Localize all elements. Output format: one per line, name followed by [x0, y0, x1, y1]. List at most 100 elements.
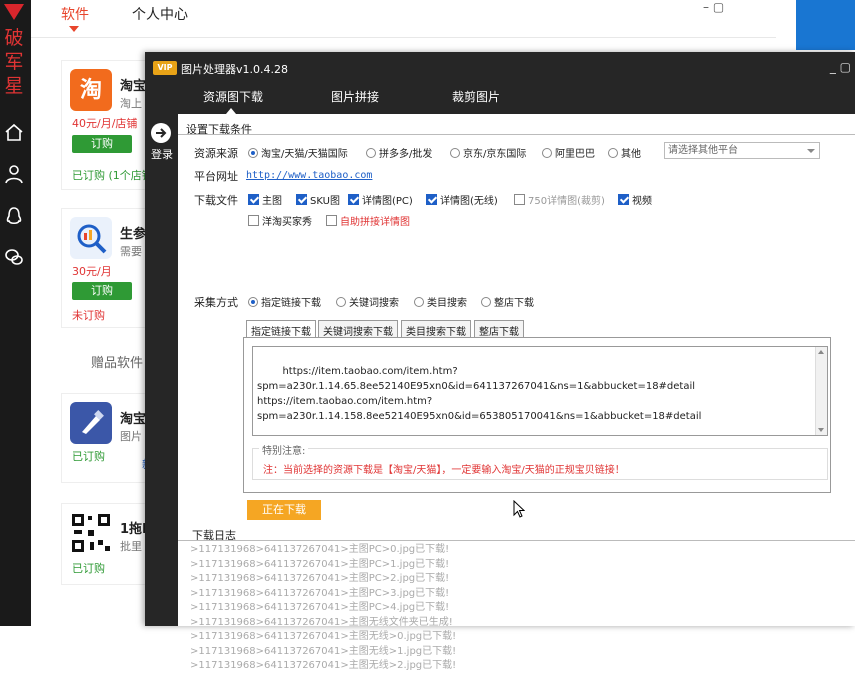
- file-option-buyer-show[interactable]: 洋淘买家秀: [248, 213, 312, 228]
- source-option-jd[interactable]: 京东/京东国际: [450, 145, 526, 160]
- tab-image-stitch[interactable]: 图片拼接: [331, 88, 379, 105]
- select-value: 请选择其他平台: [668, 145, 738, 156]
- qq-icon[interactable]: [3, 205, 25, 227]
- site-label: 平台网址: [194, 170, 238, 183]
- file-option-detail-mobile[interactable]: 详情图(无线): [426, 192, 498, 207]
- subtab-panel: https://item.taobao.com/item.htm? spm=a2…: [243, 337, 831, 493]
- card-subtitle: 图片: [120, 430, 142, 443]
- mode-label: 采集方式: [194, 296, 238, 309]
- mode-option-shop[interactable]: 整店下载: [481, 294, 534, 309]
- option-label: 洋淘买家秀: [262, 217, 312, 228]
- files-label: 下载文件: [194, 194, 238, 207]
- option-label: 详情图(无线): [440, 196, 498, 207]
- home-icon[interactable]: [3, 121, 25, 143]
- checkbox-icon: [248, 215, 259, 226]
- notice-text: 注：当前选择的资源下载是【淘宝/天猫】，一定要输入淘宝/天猫的正规宝贝链接！: [263, 465, 625, 476]
- checkbox-icon: [514, 194, 525, 205]
- subtab-link-download[interactable]: 指定链接下载: [246, 320, 316, 338]
- checkbox-icon: [348, 194, 359, 205]
- radio-icon: [366, 147, 376, 158]
- download-button[interactable]: 正在下载: [247, 500, 321, 520]
- tab-resource-download[interactable]: 资源图下载: [203, 88, 263, 105]
- source-option-taobao[interactable]: 淘宝/天猫/天猫国际: [248, 145, 348, 160]
- login-arrow-icon[interactable]: [151, 123, 171, 143]
- radio-icon: [248, 147, 258, 158]
- desktop-background: [796, 0, 855, 50]
- log-line: >117131968>641137267041>主图PC>0.jpg已下载!: [190, 544, 450, 555]
- radio-icon: [542, 147, 552, 158]
- window-controls[interactable]: _ ▢: [830, 60, 851, 74]
- log-line: >117131968>641137267041>主图无线>0.jpg已下载!: [190, 631, 457, 642]
- site-url-link[interactable]: http://www.taobao.com: [246, 170, 372, 181]
- file-option-video[interactable]: 视频: [618, 192, 652, 207]
- subtab-keyword-download[interactable]: 关键词搜索下载: [318, 320, 398, 338]
- url-scrollbar[interactable]: [815, 347, 827, 435]
- vip-badge: VIP: [153, 61, 177, 75]
- file-option-sku[interactable]: SKU图: [296, 192, 340, 207]
- file-option-detail-pc[interactable]: 详情图(PC): [348, 192, 413, 207]
- card-status: 已订购 (1个店铺: [72, 169, 153, 182]
- card-subtitle: 淘上: [120, 97, 142, 110]
- notice-box: 特别注意: 注：当前选择的资源下载是【淘宝/天猫】，一定要输入淘宝/天猫的正规宝…: [252, 442, 828, 480]
- file-option-750-detail[interactable]: 750详情图(裁剪): [514, 192, 605, 207]
- log-line: >117131968>641137267041>主图无线>1.jpg已下载!: [190, 645, 457, 657]
- left-rail: 破军星: [0, 0, 31, 626]
- subtab-category-download[interactable]: 类目搜索下载: [401, 320, 471, 338]
- radio-icon: [336, 296, 346, 307]
- notice-title: 特别注意:: [259, 442, 309, 457]
- brush-icon: [70, 402, 112, 444]
- user-icon[interactable]: [3, 163, 25, 185]
- image-processor-window: VIP 图片处理器v1.0.4.28 _ ▢ 资源图下载 图片拼接 裁剪图片 登…: [145, 52, 855, 671]
- url-input[interactable]: https://item.taobao.com/item.htm? spm=a2…: [252, 346, 828, 436]
- mouse-cursor-icon: [513, 500, 525, 518]
- download-log: >117131968>641137267041>主图PC>0.jpg已下载! >1…: [190, 543, 456, 674]
- option-label: 类目搜索: [427, 298, 467, 309]
- log-line: >117131968>641137267041>主图PC>3.jpg已下载!: [190, 587, 450, 599]
- download-settings-panel: 设置下载条件 资源来源 淘宝/天猫/天猫国际 拼多多/批发 京东/京东国际 阿里…: [178, 114, 855, 671]
- tab-personal-center[interactable]: 个人中心: [132, 4, 188, 24]
- source-option-alibaba[interactable]: 阿里巴巴: [542, 145, 595, 160]
- subtab-shop-download[interactable]: 整店下载: [474, 320, 524, 338]
- platform-select[interactable]: 请选择其他平台: [664, 142, 820, 159]
- tab-image-crop[interactable]: 裁剪图片: [452, 88, 500, 105]
- checkbox-icon: [326, 215, 337, 226]
- option-label: 详情图(PC): [362, 196, 413, 207]
- radio-icon: [414, 296, 424, 307]
- log-line: >117131968>641137267041>主图PC>2.jpg已下载!: [190, 573, 450, 584]
- chevron-down-icon: [807, 149, 815, 153]
- card-price: 40元/月/店铺: [72, 117, 138, 130]
- source-label: 资源来源: [194, 147, 238, 160]
- scroll-up-icon[interactable]: [818, 350, 824, 354]
- login-label[interactable]: 登录: [151, 146, 173, 162]
- mode-option-category[interactable]: 类目搜索: [414, 294, 467, 309]
- divider: [31, 37, 776, 38]
- file-option-main[interactable]: 主图: [248, 192, 282, 207]
- file-option-auto-stitch[interactable]: 自助拼接详情图: [326, 213, 410, 228]
- checkbox-icon: [618, 194, 629, 205]
- card-status: 已订购: [72, 562, 105, 575]
- radio-icon: [248, 296, 258, 307]
- brand-name: 破军星: [4, 27, 24, 97]
- checkbox-icon: [248, 194, 259, 205]
- buy-button[interactable]: 订购: [72, 135, 132, 153]
- wechat-icon[interactable]: [3, 246, 25, 268]
- radio-icon: [608, 147, 618, 158]
- source-option-other[interactable]: 其他: [608, 145, 641, 160]
- option-label: 整店下载: [494, 298, 534, 309]
- mode-option-keyword[interactable]: 关键词搜索: [336, 294, 399, 309]
- window-title: 图片处理器v1.0.4.28: [181, 63, 288, 76]
- brand-logo-icon: [4, 4, 24, 20]
- mode-option-link[interactable]: 指定链接下载: [248, 294, 321, 309]
- card-subtitle: 需要: [120, 245, 142, 258]
- log-line: >117131968>641137267041>主图PC>1.jpg已下载!: [190, 558, 450, 570]
- taobao-logo-icon: 淘: [70, 69, 112, 111]
- window-controls[interactable]: – ▢: [703, 0, 724, 14]
- tab-software[interactable]: 软件: [61, 4, 89, 24]
- option-label: 淘宝/天猫/天猫国际: [261, 149, 348, 160]
- option-label: 主图: [262, 196, 282, 207]
- card-title: 生参: [120, 227, 147, 242]
- buy-button[interactable]: 订购: [72, 282, 132, 300]
- scroll-down-icon[interactable]: [818, 428, 824, 432]
- source-option-pdd[interactable]: 拼多多/批发: [366, 145, 432, 160]
- magnifier-icon: [70, 217, 112, 259]
